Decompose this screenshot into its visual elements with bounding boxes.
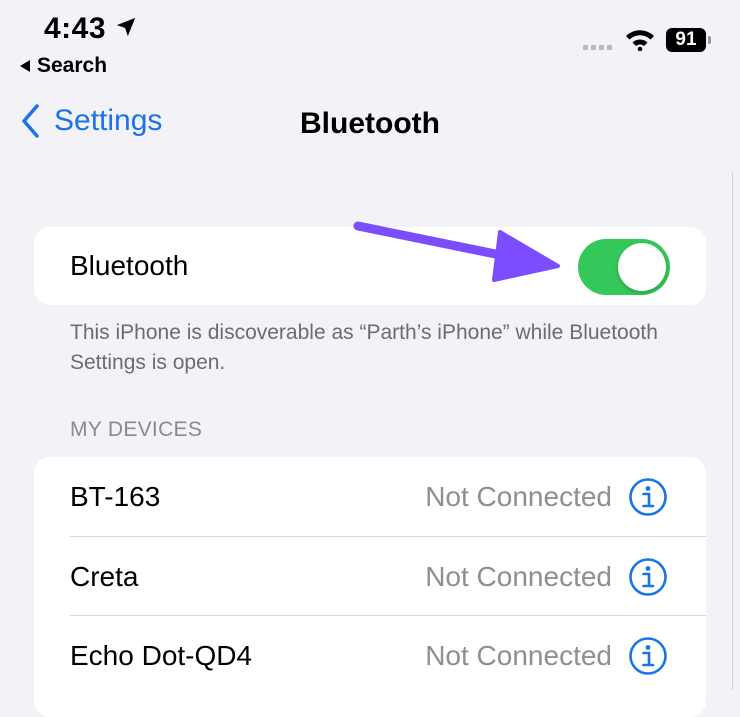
back-triangle-icon (20, 60, 30, 72)
status-bar: 4:43 Search 91 (0, 0, 740, 90)
clock: 4:43 (44, 12, 107, 45)
device-name: BT-163 (70, 481, 161, 512)
wifi-icon (626, 30, 654, 51)
device-row-creta[interactable]: Creta Not Connected (34, 537, 706, 616)
battery-cap (708, 36, 711, 44)
my-devices-list: BT-163 Not Connected Creta Not Connected… (34, 457, 706, 717)
cellular-signal-icon (583, 45, 612, 50)
device-status: Not Connected (425, 561, 612, 592)
my-devices-header: MY DEVICES (70, 418, 203, 441)
device-status: Not Connected (425, 481, 612, 512)
device-name: Echo Dot-QD4 (70, 640, 253, 671)
battery-indicator: 91 (666, 28, 706, 52)
navigation-bar: Settings Bluetooth (0, 95, 740, 155)
bluetooth-label: Bluetooth (70, 250, 189, 281)
back-to-search-label: Search (37, 54, 108, 77)
switch-knob (618, 243, 666, 291)
page-title: Bluetooth (0, 107, 740, 141)
info-icon[interactable] (628, 477, 668, 517)
location-arrow-icon (116, 17, 136, 37)
scroll-track (732, 172, 733, 690)
page-title-text: Bluetooth (300, 107, 440, 140)
device-name: Creta (70, 561, 139, 592)
bluetooth-switch[interactable] (578, 239, 670, 295)
annotation-arrow-icon (353, 221, 560, 282)
info-icon[interactable] (628, 636, 668, 676)
info-icon[interactable] (628, 557, 668, 597)
device-row-bt-163[interactable]: BT-163 Not Connected (34, 457, 706, 536)
discoverable-footnote: This iPhone is discoverable as “Parth’s … (70, 321, 658, 374)
device-status: Not Connected (425, 640, 612, 671)
battery-level: 91 (675, 29, 697, 50)
device-row-echo-dot-qd4[interactable]: Echo Dot-QD4 Not Connected (34, 616, 706, 695)
back-to-search-link[interactable]: Search (20, 54, 107, 78)
